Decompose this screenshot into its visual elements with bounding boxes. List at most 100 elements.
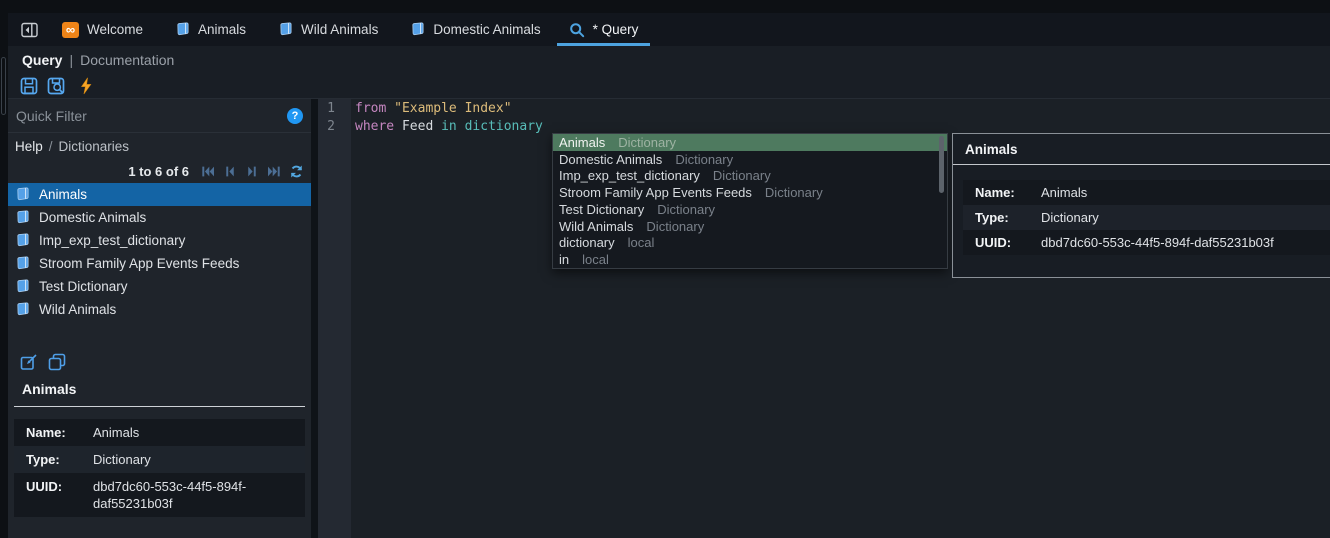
- list-item-label: Wild Animals: [39, 302, 116, 317]
- dictionary-sidebar: ? Help / Dictionaries 1 to 6 of 6: [8, 99, 311, 538]
- autocomplete-meta: Dictionary: [675, 152, 733, 167]
- autocomplete-label: in: [559, 252, 569, 267]
- code-token: from: [355, 101, 394, 116]
- doc-type-label: Query: [22, 52, 62, 68]
- dictionary-book-icon: [410, 22, 425, 37]
- quick-filter-input[interactable]: [16, 108, 287, 124]
- tab-label: Domestic Animals: [433, 22, 540, 37]
- stroom-logo-icon: ∞: [62, 22, 79, 38]
- autocomplete-item-in-keyword[interactable]: in local: [553, 251, 947, 268]
- pagination-range-label: 1 to 6 of 6: [128, 164, 189, 179]
- popup-label: UUID:: [975, 234, 1041, 251]
- details-actions: [8, 353, 311, 371]
- breadcrumb: Help / Dictionaries: [8, 133, 311, 160]
- list-item-domestic-animals[interactable]: Domestic Animals: [8, 206, 311, 229]
- autocomplete-item-imp-exp-test-dictionary[interactable]: Imp_exp_test_dictionary Dictionary: [553, 168, 947, 185]
- autocomplete-item-test-dictionary[interactable]: Test Dictionary Dictionary: [553, 201, 947, 218]
- dictionary-book-icon: [15, 302, 30, 317]
- search-icon: [569, 22, 585, 38]
- autocomplete-label: Wild Animals: [559, 219, 633, 234]
- save-button[interactable]: [20, 77, 38, 95]
- details-label: UUID:: [26, 478, 93, 512]
- autocomplete-scrollbar-thumb[interactable]: [939, 136, 944, 193]
- breadcrumb-separator: /: [49, 139, 53, 154]
- tab-label: Wild Animals: [301, 22, 378, 37]
- query-toolbar: [8, 73, 1330, 98]
- list-item-test-dictionary[interactable]: Test Dictionary: [8, 275, 311, 298]
- dictionary-book-icon: [15, 187, 30, 202]
- collapsed-explorer-strip: [0, 13, 8, 538]
- sidebar-splitter[interactable]: [311, 99, 318, 538]
- autocomplete-meta: Dictionary: [618, 135, 676, 150]
- list-item-stroom-family-app-events-feeds[interactable]: Stroom Family App Events Feeds: [8, 252, 311, 275]
- breadcrumb-dictionaries[interactable]: Dictionaries: [59, 139, 130, 154]
- list-item-label: Imp_exp_test_dictionary: [39, 233, 185, 248]
- popup-table: Name: Animals Type: Dictionary UUID: dbd…: [963, 180, 1330, 255]
- last-page-icon[interactable]: [267, 165, 281, 178]
- list-item-imp-exp-test-dictionary[interactable]: Imp_exp_test_dictionary: [8, 229, 311, 252]
- line-number: 2: [318, 118, 335, 136]
- popup-divider: [953, 164, 1330, 165]
- autocomplete-label: Animals: [559, 135, 605, 150]
- list-item-label: Animals: [39, 187, 87, 202]
- autocomplete-meta: Dictionary: [646, 219, 704, 234]
- list-item-animals[interactable]: Animals: [8, 183, 311, 206]
- popup-row-type: Type: Dictionary: [963, 205, 1330, 230]
- edit-document-icon[interactable]: [20, 353, 38, 371]
- pagination-bar: 1 to 6 of 6: [8, 160, 311, 183]
- save-as-button[interactable]: [47, 77, 65, 95]
- window-top-strip: [0, 0, 1330, 13]
- popup-value: Animals: [1041, 184, 1330, 201]
- details-value: Dictionary: [93, 451, 305, 468]
- tab-welcome[interactable]: ∞ Welcome: [46, 13, 159, 46]
- collapsed-panel-handle[interactable]: [1, 57, 6, 115]
- code-line-1: from "Example Index": [355, 100, 1330, 118]
- popup-value: Dictionary: [1041, 209, 1330, 226]
- autocomplete-item-animals[interactable]: Animals Dictionary: [553, 134, 947, 151]
- copy-icon[interactable]: [48, 353, 66, 371]
- tab-label: * Query: [593, 22, 639, 37]
- autocomplete-meta: local: [582, 252, 609, 267]
- save-as-icon: [47, 77, 65, 95]
- popup-value: dbd7dc60-553c-44f5-894f-daf55231b03f: [1041, 234, 1330, 251]
- list-item-label: Stroom Family App Events Feeds: [39, 256, 239, 271]
- details-row-uuid: UUID: dbd7dc60-553c-44f5-894f-daf55231b0…: [14, 473, 305, 517]
- autocomplete-dropdown: Animals Dictionary Domestic Animals Dict…: [552, 133, 948, 269]
- autocomplete-item-wild-animals[interactable]: Wild Animals Dictionary: [553, 218, 947, 235]
- popup-row-uuid: UUID: dbd7dc60-553c-44f5-894f-daf55231b0…: [963, 230, 1330, 255]
- toggle-explorer-button[interactable]: [12, 13, 46, 46]
- popup-row-name: Name: Animals: [963, 180, 1330, 205]
- previous-page-icon[interactable]: [223, 165, 237, 178]
- details-row-name: Name: Animals: [14, 419, 305, 446]
- list-item-wild-animals[interactable]: Wild Animals: [8, 298, 311, 321]
- execute-query-button[interactable]: [79, 77, 93, 95]
- documentation-link[interactable]: Documentation: [80, 52, 174, 68]
- refresh-icon[interactable]: [289, 164, 304, 179]
- dictionary-book-icon: [278, 22, 293, 37]
- next-page-icon[interactable]: [245, 165, 259, 178]
- breadcrumb-help[interactable]: Help: [15, 139, 43, 154]
- code-token: Feed: [402, 119, 441, 134]
- autocomplete-item-domestic-animals[interactable]: Domestic Animals Dictionary: [553, 151, 947, 168]
- tab-wild-animals[interactable]: Wild Animals: [262, 13, 394, 46]
- editor-gutter: 1 2: [318, 99, 351, 538]
- dictionary-book-icon: [15, 233, 30, 248]
- first-page-icon[interactable]: [201, 165, 215, 178]
- tab-animals[interactable]: Animals: [159, 13, 262, 46]
- autocomplete-item-dictionary-keyword[interactable]: dictionary local: [553, 235, 947, 252]
- details-label: Type:: [26, 451, 93, 468]
- tab-query[interactable]: * Query: [557, 13, 651, 46]
- lightning-bolt-icon: [79, 77, 93, 95]
- autocomplete-meta: Dictionary: [713, 168, 771, 183]
- details-row-type: Type: Dictionary: [14, 446, 305, 473]
- autocomplete-item-stroom-family-app-events-feeds[interactable]: Stroom Family App Events Feeds Dictionar…: [553, 184, 947, 201]
- completion-info-popup: Animals Name: Animals Type: Dictionary U…: [952, 133, 1330, 278]
- line-number: 1: [318, 100, 335, 118]
- active-tab-indicator: [557, 43, 651, 46]
- quick-filter-help-icon[interactable]: ?: [287, 108, 303, 124]
- details-value: Animals: [93, 424, 305, 441]
- code-token: in: [441, 119, 464, 134]
- autocomplete-label: Test Dictionary: [559, 202, 644, 217]
- tab-domestic-animals[interactable]: Domestic Animals: [394, 13, 556, 46]
- autocomplete-meta: local: [628, 235, 655, 250]
